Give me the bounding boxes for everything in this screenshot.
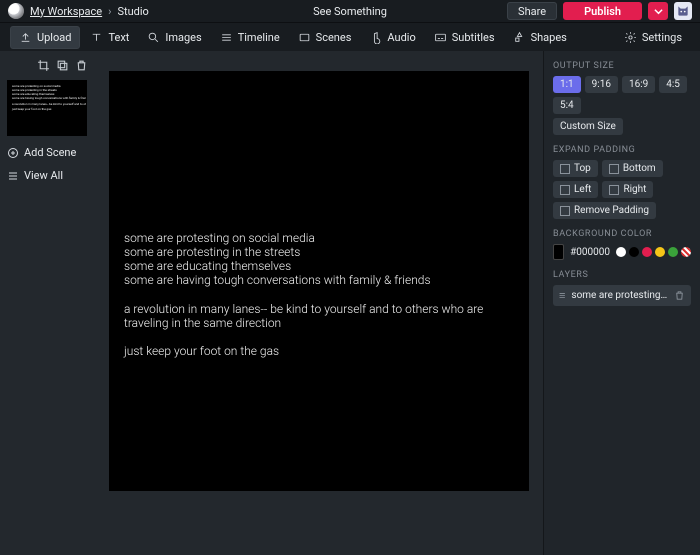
canvas-line2: a revolution in many lanes-- be kind to … — [124, 302, 514, 330]
scenes-panel: some are protesting on social media some… — [0, 51, 95, 555]
chevron-down-icon — [654, 7, 663, 16]
delete-thumb-button[interactable] — [75, 59, 88, 72]
breadcrumb-workspace[interactable]: My Workspace — [30, 5, 102, 18]
publish-button[interactable]: Publish — [563, 2, 642, 20]
crop-thumb-button[interactable] — [37, 59, 50, 72]
scenes-tool[interactable]: Scenes — [290, 27, 360, 48]
cat-avatar-icon — [676, 4, 690, 18]
settings-label: Settings — [642, 31, 682, 44]
thumb-preview-text2: a revolution in many lanes-- be kind to … — [12, 103, 82, 107]
square-icon — [609, 185, 619, 195]
canvas-line3: just keep your foot on the gas — [124, 344, 514, 358]
view-all-label: View All — [24, 169, 63, 182]
editor-canvas[interactable]: some are protesting on social media some… — [109, 71, 529, 491]
canvas-line1: some are protesting on social media some… — [124, 231, 514, 288]
audio-tool[interactable]: Audio — [361, 27, 423, 48]
list-icon — [7, 170, 19, 182]
add-scene-label: Add Scene — [24, 146, 76, 159]
pad-right[interactable]: Right — [602, 181, 653, 198]
layers-header: LAYERS — [553, 270, 691, 280]
search-icon — [147, 31, 160, 44]
pad-top-label: Top — [574, 163, 591, 174]
audio-icon — [369, 31, 382, 44]
padding-header: EXPAND PADDING — [553, 145, 691, 155]
palette-dot-4[interactable] — [668, 247, 678, 257]
bg-swatch[interactable] — [553, 244, 564, 260]
plus-circle-icon — [7, 147, 19, 159]
custom-size-button[interactable]: Custom Size — [553, 118, 623, 135]
square-icon — [560, 164, 570, 174]
scenes-icon — [298, 31, 311, 44]
palette-row — [616, 247, 691, 257]
scenes-tool-label: Scenes — [316, 31, 352, 44]
thumb-preview-text1: some are protesting on social media some… — [12, 85, 82, 101]
images-tool-label: Images — [165, 31, 201, 44]
layer-item[interactable]: ≡ some are protesting o... — [553, 285, 691, 306]
ratio-9-16[interactable]: 9:16 — [585, 76, 618, 93]
share-button[interactable]: Share — [507, 2, 557, 20]
palette-dot-1[interactable] — [629, 247, 639, 257]
canvas-text-block[interactable]: some are protesting on social media some… — [124, 231, 514, 358]
timeline-icon — [220, 31, 233, 44]
palette-dot-0[interactable] — [616, 247, 626, 257]
upload-icon — [19, 31, 32, 44]
square-icon — [560, 206, 570, 216]
duplicate-thumb-button[interactable] — [56, 59, 69, 72]
pad-left-label: Left — [574, 184, 591, 195]
remove-padding-label: Remove Padding — [574, 205, 649, 216]
pad-bottom[interactable]: Bottom — [602, 160, 663, 177]
square-icon — [609, 164, 619, 174]
pad-top[interactable]: Top — [553, 160, 598, 177]
text-tool-label: Text — [108, 31, 129, 44]
square-icon — [560, 185, 570, 195]
pad-right-label: Right — [623, 184, 646, 195]
palette-dot-2[interactable] — [642, 247, 652, 257]
shapes-tool-label: Shapes — [531, 31, 567, 44]
audio-tool-label: Audio — [387, 31, 415, 44]
add-scene-button[interactable]: Add Scene — [7, 146, 88, 159]
account-avatar[interactable] — [674, 2, 692, 20]
layer-name: some are protesting o... — [571, 290, 668, 301]
ratio-4-5[interactable]: 4:5 — [659, 76, 687, 93]
shapes-icon — [513, 31, 526, 44]
publish-menu-button[interactable] — [648, 2, 668, 20]
bg-color-header: BACKGROUND COLOR — [553, 229, 691, 239]
remove-padding[interactable]: Remove Padding — [553, 202, 656, 219]
timeline-tool[interactable]: Timeline — [212, 27, 288, 48]
gear-icon — [624, 31, 637, 44]
view-all-button[interactable]: View All — [7, 169, 88, 182]
subtitles-icon — [434, 31, 447, 44]
upload-button[interactable]: Upload — [10, 26, 80, 49]
ratio-1-1[interactable]: 1:1 — [553, 76, 581, 93]
text-icon — [90, 31, 103, 44]
subtitles-tool[interactable]: Subtitles — [426, 27, 503, 48]
pad-left[interactable]: Left — [553, 181, 598, 198]
breadcrumb-page: Studio — [117, 5, 148, 18]
ratio-16-9[interactable]: 16:9 — [622, 76, 655, 93]
breadcrumb-sep: › — [108, 5, 111, 18]
settings-button[interactable]: Settings — [616, 27, 690, 48]
ratio-5-4[interactable]: 5:4 — [553, 97, 581, 114]
images-tool[interactable]: Images — [139, 27, 209, 48]
palette-dot-3[interactable] — [655, 247, 665, 257]
project-title[interactable]: See Something — [313, 5, 387, 18]
timeline-tool-label: Timeline — [238, 31, 280, 44]
scene-thumbnail[interactable]: some are protesting on social media some… — [7, 80, 87, 136]
drag-handle-icon[interactable]: ≡ — [559, 289, 565, 302]
inspector-panel: OUTPUT SIZE 1:1 9:16 16:9 4:5 5:4 Custom… — [543, 51, 700, 555]
subtitles-tool-label: Subtitles — [452, 31, 495, 44]
bg-hex-value[interactable]: #000000 — [570, 247, 610, 258]
shapes-tool[interactable]: Shapes — [505, 27, 575, 48]
palette-dot-none[interactable] — [681, 247, 691, 257]
output-size-header: OUTPUT SIZE — [553, 61, 691, 71]
trash-icon[interactable] — [674, 290, 685, 301]
pad-bottom-label: Bottom — [623, 163, 656, 174]
upload-label: Upload — [37, 31, 71, 44]
app-logo[interactable] — [8, 3, 24, 19]
thumb-preview-text3: just keep your foot on the gas — [12, 108, 82, 112]
text-tool[interactable]: Text — [82, 27, 137, 48]
